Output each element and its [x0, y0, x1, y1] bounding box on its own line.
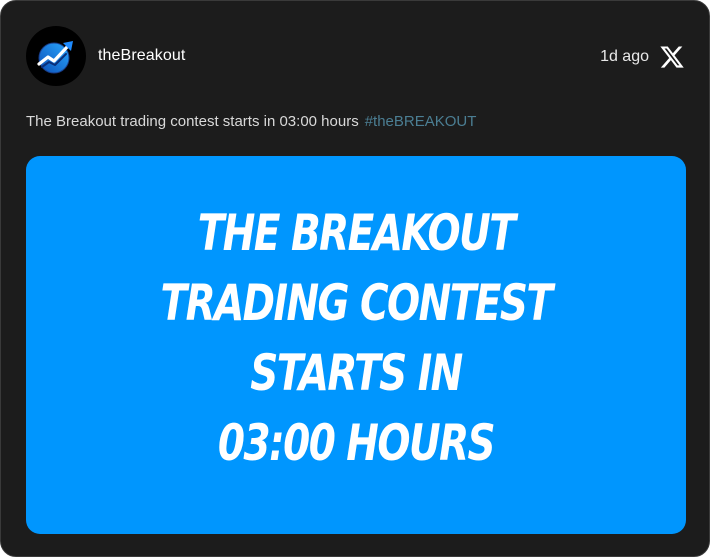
breakout-chart-logo-icon	[37, 41, 73, 74]
hashtag-link[interactable]: #theBREAKOUT	[365, 113, 477, 130]
author-name[interactable]: theBreakout	[98, 46, 185, 66]
media-line: 03:00 HOURS	[217, 414, 496, 472]
post-text: The Breakout trading contest starts in 0…	[26, 112, 476, 132]
post-body: The Breakout trading contest starts in 0…	[26, 113, 359, 130]
x-logo-icon[interactable]	[659, 44, 685, 70]
post-timestamp: 1d ago	[600, 48, 649, 65]
media-line: STARTS IN	[250, 344, 463, 402]
post-media-image[interactable]: THE BREAKOUT TRADING CONTEST STARTS IN 0…	[26, 156, 686, 534]
media-headline: THE BREAKOUT TRADING CONTEST STARTS IN 0…	[26, 198, 686, 478]
media-line: THE BREAKOUT	[197, 204, 516, 262]
post-card: theBreakout 1d ago The Breakout trading …	[0, 0, 710, 557]
media-line: TRADING CONTEST	[160, 274, 553, 332]
author-avatar[interactable]	[26, 26, 86, 86]
